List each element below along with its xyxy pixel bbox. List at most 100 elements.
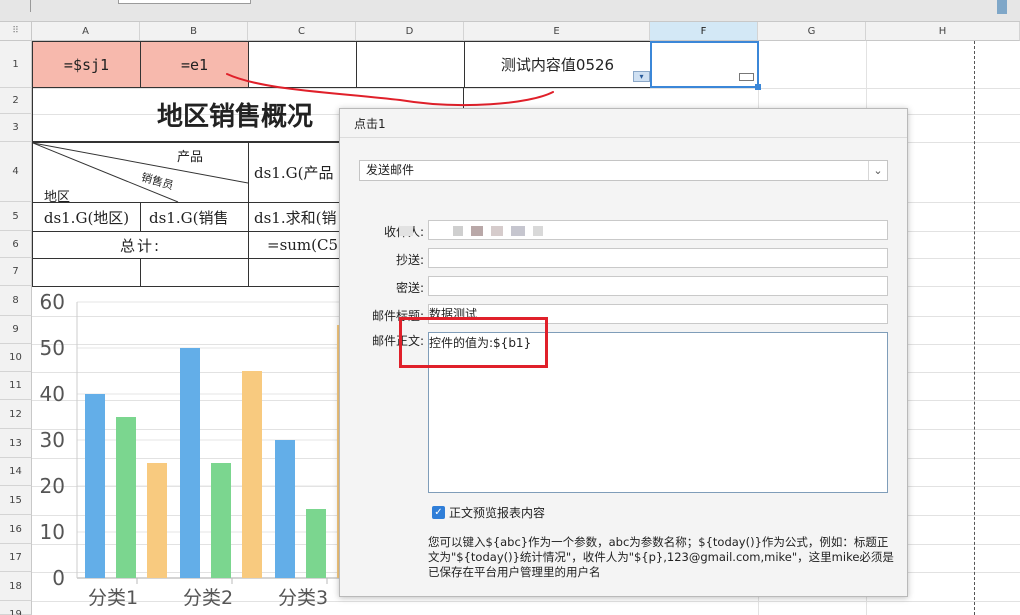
toolbar-divider <box>30 0 31 12</box>
top-toolbar <box>0 0 1020 22</box>
preview-checkbox-label: 正文预览报表内容 <box>449 506 546 520</box>
total-formula-cell[interactable]: =sum(C5) <box>248 231 343 259</box>
cell-d1[interactable] <box>356 41 465 88</box>
y-tick-label: 50 <box>40 336 65 360</box>
cell-a5-text: ds1.G(地区) <box>43 208 130 227</box>
column-header-c[interactable]: C <box>248 22 356 41</box>
page-break-line <box>974 41 975 615</box>
row-header-4[interactable]: 4 <box>0 142 32 202</box>
diagonal-header-cell[interactable]: 产品 销售员 地区 <box>32 142 249 205</box>
cell-b5-text: ds1.G(销售 <box>149 208 229 227</box>
cell-a1[interactable]: =$sj1 <box>32 41 141 88</box>
row-header-15[interactable]: 15 <box>0 486 32 515</box>
action-type-select[interactable]: 发送邮件 ⌄ <box>359 160 888 181</box>
y-tick-label: 40 <box>40 382 65 406</box>
total-label-cell[interactable]: 总计: <box>32 231 249 259</box>
row-header-1[interactable]: 1 <box>0 41 32 88</box>
row-header-8[interactable]: 8 <box>0 286 32 316</box>
scroll-thumb[interactable] <box>997 0 1007 14</box>
dropdown-marker-icon[interactable]: ▾ <box>633 71 650 82</box>
to-label: 收件人: <box>354 223 424 240</box>
highlight-box <box>399 317 548 368</box>
column-header-h[interactable]: H <box>866 22 1020 41</box>
cell-a5[interactable]: ds1.G(地区) <box>32 202 141 232</box>
y-tick-label: 20 <box>40 474 65 498</box>
action-type-value: 发送邮件 <box>366 163 415 177</box>
chevron-down-icon[interactable]: ⌄ <box>868 161 887 180</box>
redacted-block <box>471 226 483 236</box>
row-header-2[interactable]: 2 <box>0 88 32 114</box>
cell-d5[interactable]: ds1.求和(销 <box>248 202 343 232</box>
to-field[interactable] <box>399 220 888 240</box>
row-header-14[interactable]: 14 <box>0 458 32 486</box>
x-tick-label: 分类1 <box>88 587 138 609</box>
row-header-10[interactable]: 10 <box>0 344 32 372</box>
fill-handle[interactable] <box>755 84 761 90</box>
column-header-f[interactable]: F <box>650 22 758 41</box>
bar-3-1[interactable] <box>275 440 295 578</box>
row-header-6[interactable]: 6 <box>0 231 32 258</box>
dialog-divider <box>340 137 907 138</box>
cell-e1-text: 测试内容值0526 <box>500 56 615 74</box>
redacted-block <box>491 226 503 236</box>
header-product-label: 产品 <box>177 150 204 165</box>
redacted-block <box>511 226 525 236</box>
hint-text: 您可以键入${abc}作为一个参数，abc为参数名称；${today()}作为公… <box>428 535 894 579</box>
row-header-12[interactable]: 12 <box>0 400 32 429</box>
report-title-text: 地区销售概况 <box>157 102 314 132</box>
redacted-block <box>533 226 543 236</box>
total-label-text: 总计: <box>119 236 162 255</box>
cell-widget-icon <box>739 73 754 81</box>
cell-a1-text: =$sj1 <box>63 55 110 74</box>
row-header-3[interactable]: 3 <box>0 114 32 142</box>
y-tick-label: 60 <box>40 290 65 314</box>
cc-label: 抄送: <box>395 253 424 267</box>
cell-d5-text: ds1.求和(销 <box>254 208 337 227</box>
cell-b7[interactable] <box>140 258 249 287</box>
column-header-a[interactable]: A <box>32 22 140 41</box>
bcc-field[interactable] <box>428 276 888 296</box>
bar-1-1[interactable] <box>85 394 105 578</box>
column-header-e[interactable]: E <box>464 22 650 41</box>
chart-x-ticks: 分类1 分类2 分类3 <box>88 578 328 609</box>
bar-chart[interactable]: 60 50 40 30 20 10 0 分类1 分类2 分类3 <box>32 286 342 615</box>
toolbar-input[interactable] <box>118 0 251 4</box>
cell-e1[interactable]: 测试内容值0526 <box>464 41 651 88</box>
row-header-17[interactable]: 17 <box>0 544 32 572</box>
select-all-corner[interactable]: ⠿ <box>0 22 32 41</box>
bar-3-2[interactable] <box>306 509 326 578</box>
cell-d4[interactable]: ds1.G(产品 <box>248 142 343 203</box>
preview-checkbox[interactable]: ✓ <box>432 506 445 519</box>
selected-cell-f1[interactable] <box>650 41 761 90</box>
cell-c1[interactable] <box>248 41 357 88</box>
cell-a7[interactable] <box>32 258 141 287</box>
cell-d4-text: ds1.G(产品 <box>254 164 334 182</box>
bar-2-3[interactable] <box>242 371 262 578</box>
column-header-g[interactable]: G <box>758 22 866 41</box>
bar-1-3[interactable] <box>147 463 167 578</box>
x-tick-label: 分类3 <box>278 587 328 609</box>
row-header-16[interactable]: 16 <box>0 515 32 544</box>
row-header-11[interactable]: 11 <box>0 372 32 400</box>
redacted-block <box>453 226 463 236</box>
y-tick-label: 30 <box>40 428 65 452</box>
bar-2-1[interactable] <box>180 348 200 578</box>
cell-b1[interactable]: =e1 <box>140 41 249 88</box>
bcc-label: 密送: <box>395 281 424 295</box>
row-header-7[interactable]: 7 <box>0 258 32 286</box>
column-header-d[interactable]: D <box>356 22 464 41</box>
row-header-5[interactable]: 5 <box>0 202 32 231</box>
row-header-9[interactable]: 9 <box>0 316 32 344</box>
row-header-19[interactable]: 19 <box>0 601 32 615</box>
column-header-b[interactable]: B <box>140 22 248 41</box>
cell-b1-text: =e1 <box>180 55 209 74</box>
cell-b5[interactable]: ds1.G(销售 <box>140 202 249 232</box>
y-tick-label: 10 <box>40 520 65 544</box>
bar-2-2[interactable] <box>211 463 231 578</box>
row-header-13[interactable]: 13 <box>0 429 32 458</box>
cell-c7[interactable] <box>248 258 343 287</box>
row-header-18[interactable]: 18 <box>0 572 32 601</box>
cc-field[interactable] <box>428 248 888 268</box>
total-formula-text: =sum(C5) <box>267 236 343 254</box>
bar-1-2[interactable] <box>116 417 136 578</box>
